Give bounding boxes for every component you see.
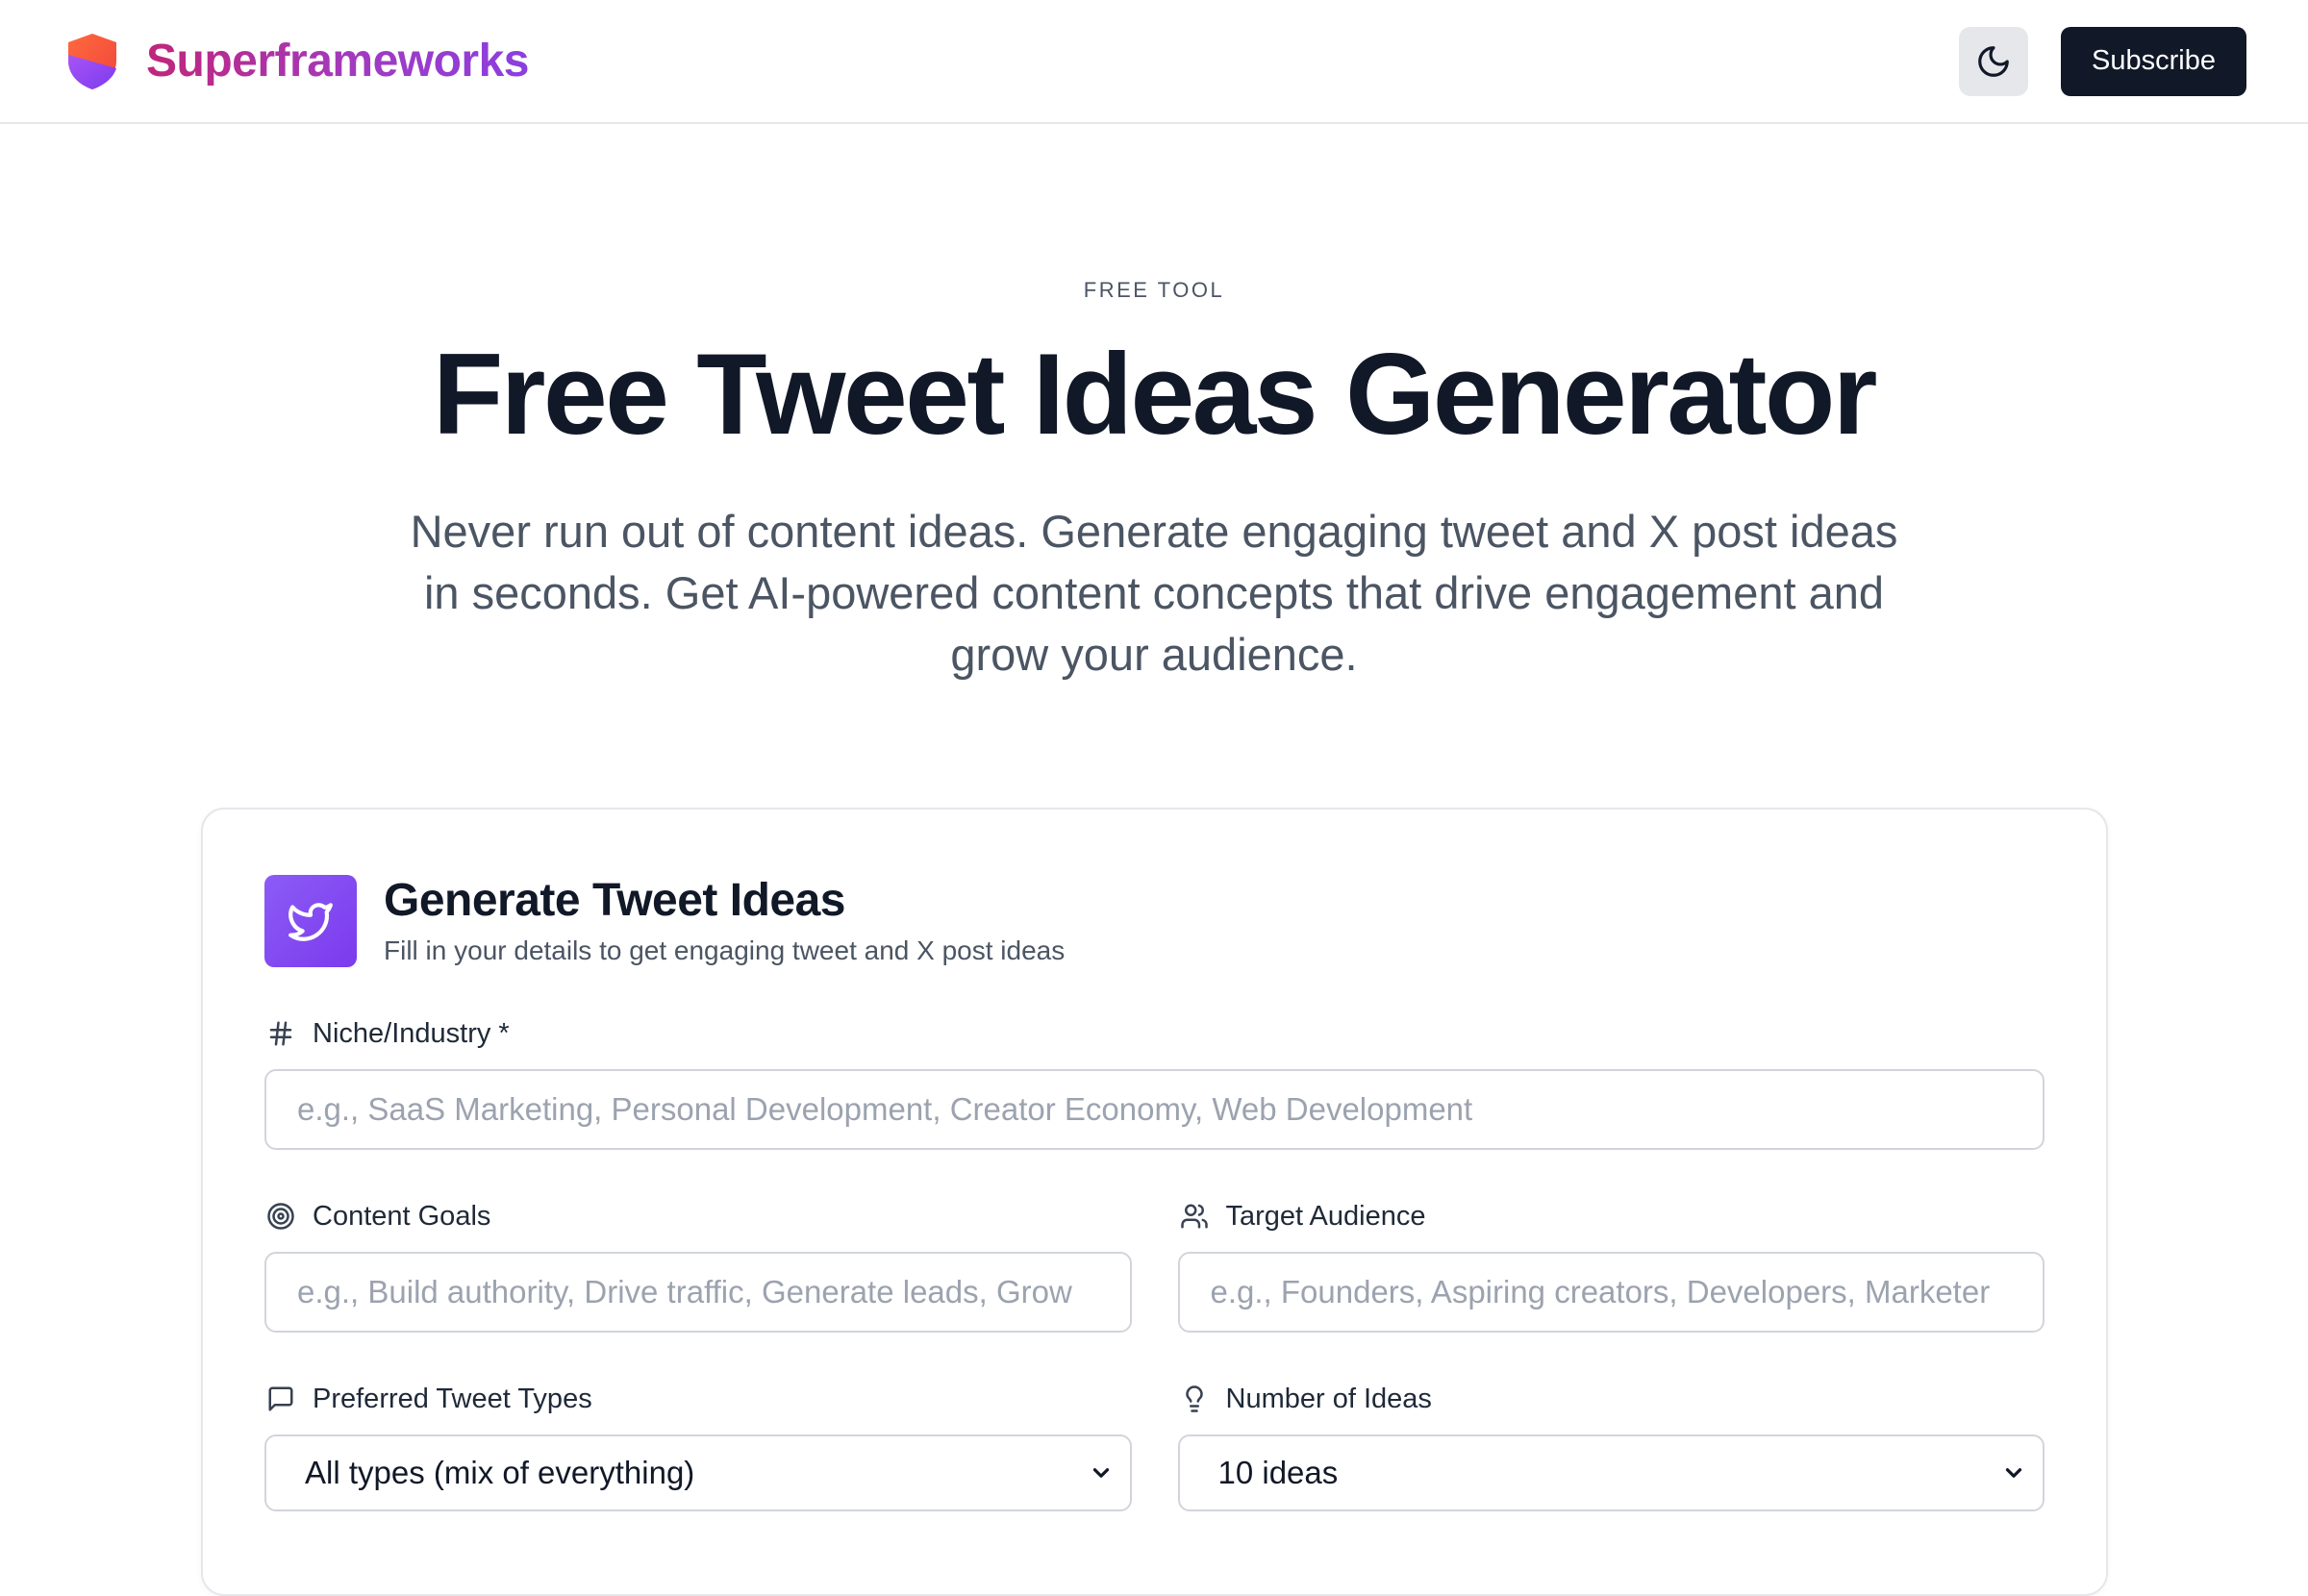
num-ideas-label-text: Number of Ideas: [1225, 1383, 1432, 1414]
card-header: Generate Tweet Ideas Fill in your detail…: [264, 875, 2045, 967]
hash-icon: [264, 1017, 297, 1050]
num-ideas-field-group: Number of Ideas 10 ideas: [1177, 1383, 2045, 1511]
tweet-types-selected-value: All types (mix of everything): [305, 1455, 695, 1490]
num-ideas-label: Number of Ideas: [1178, 1383, 2045, 1415]
hero-section: FREE TOOL Free Tweet Ideas Generator Nev…: [0, 124, 2308, 686]
tweet-types-label-text: Preferred Tweet Types: [313, 1383, 592, 1414]
audience-field-group: Target Audience e.g., Founders, Aspiring…: [1177, 1200, 2045, 1333]
niche-label: Niche/Industry *: [264, 1017, 2045, 1050]
chevron-down-icon: [2000, 1459, 2027, 1486]
goals-audience-row: Content Goals e.g., Build authority, Dri…: [264, 1200, 2045, 1333]
audience-label-text: Target Audience: [1225, 1200, 1426, 1232]
num-ideas-select[interactable]: 10 ideas: [1177, 1434, 2045, 1511]
card-icon-badge: [264, 875, 357, 967]
card-description: Fill in your details to get engaging twe…: [384, 935, 1066, 966]
users-icon: [1178, 1200, 1211, 1233]
page-title: Free Tweet Ideas Generator: [432, 330, 1878, 459]
moon-icon: [1978, 45, 2009, 77]
num-ideas-selected-value: 10 ideas: [1217, 1455, 1339, 1490]
twitter-bird-icon: [288, 903, 333, 941]
goals-label: Content Goals: [264, 1200, 1132, 1233]
card-heading-group: Generate Tweet Ideas Fill in your detail…: [384, 874, 1066, 967]
content-goals-input[interactable]: e.g., Build authority, Drive traffic, Ge…: [264, 1252, 1132, 1333]
target-audience-input[interactable]: e.g., Founders, Aspiring creators, Devel…: [1177, 1252, 2045, 1333]
target-icon: [264, 1200, 297, 1233]
goals-field-group: Content Goals e.g., Build authority, Dri…: [264, 1200, 1132, 1333]
shield-logo-icon: [68, 33, 116, 89]
goals-label-text: Content Goals: [313, 1200, 491, 1232]
card-title: Generate Tweet Ideas: [384, 874, 845, 926]
theme-toggle-button[interactable]: [1959, 26, 2029, 96]
audience-label: Target Audience: [1178, 1200, 2045, 1233]
tweet-types-select[interactable]: All types (mix of everything): [264, 1434, 1132, 1511]
brand-link[interactable]: Superframeworks: [65, 32, 530, 91]
message-square-icon: [264, 1383, 297, 1415]
subscribe-button[interactable]: Subscribe: [2061, 26, 2246, 96]
niche-input[interactable]: e.g., SaaS Marketing, Personal Developme…: [264, 1069, 2045, 1150]
brand-name: Superframeworks: [146, 36, 530, 87]
generator-card: Generate Tweet Ideas Fill in your detail…: [201, 808, 2108, 1596]
tweet-types-label: Preferred Tweet Types: [264, 1383, 1132, 1415]
header-actions: Subscribe: [1959, 26, 2246, 96]
hero-eyebrow: FREE TOOL: [1083, 278, 1225, 302]
hero-subtitle: Never run out of content ideas. Generate…: [410, 506, 1898, 680]
types-count-row: Preferred Tweet Types All types (mix of …: [264, 1383, 2045, 1511]
lightbulb-icon: [1178, 1383, 1211, 1415]
site-header: Superframeworks Subscribe: [0, 0, 2308, 124]
niche-field-group: Niche/Industry * e.g., SaaS Marketing, P…: [264, 1017, 2045, 1150]
tweet-types-field-group: Preferred Tweet Types All types (mix of …: [264, 1383, 1132, 1511]
niche-label-text: Niche/Industry *: [313, 1017, 510, 1049]
chevron-down-icon: [1088, 1459, 1115, 1486]
